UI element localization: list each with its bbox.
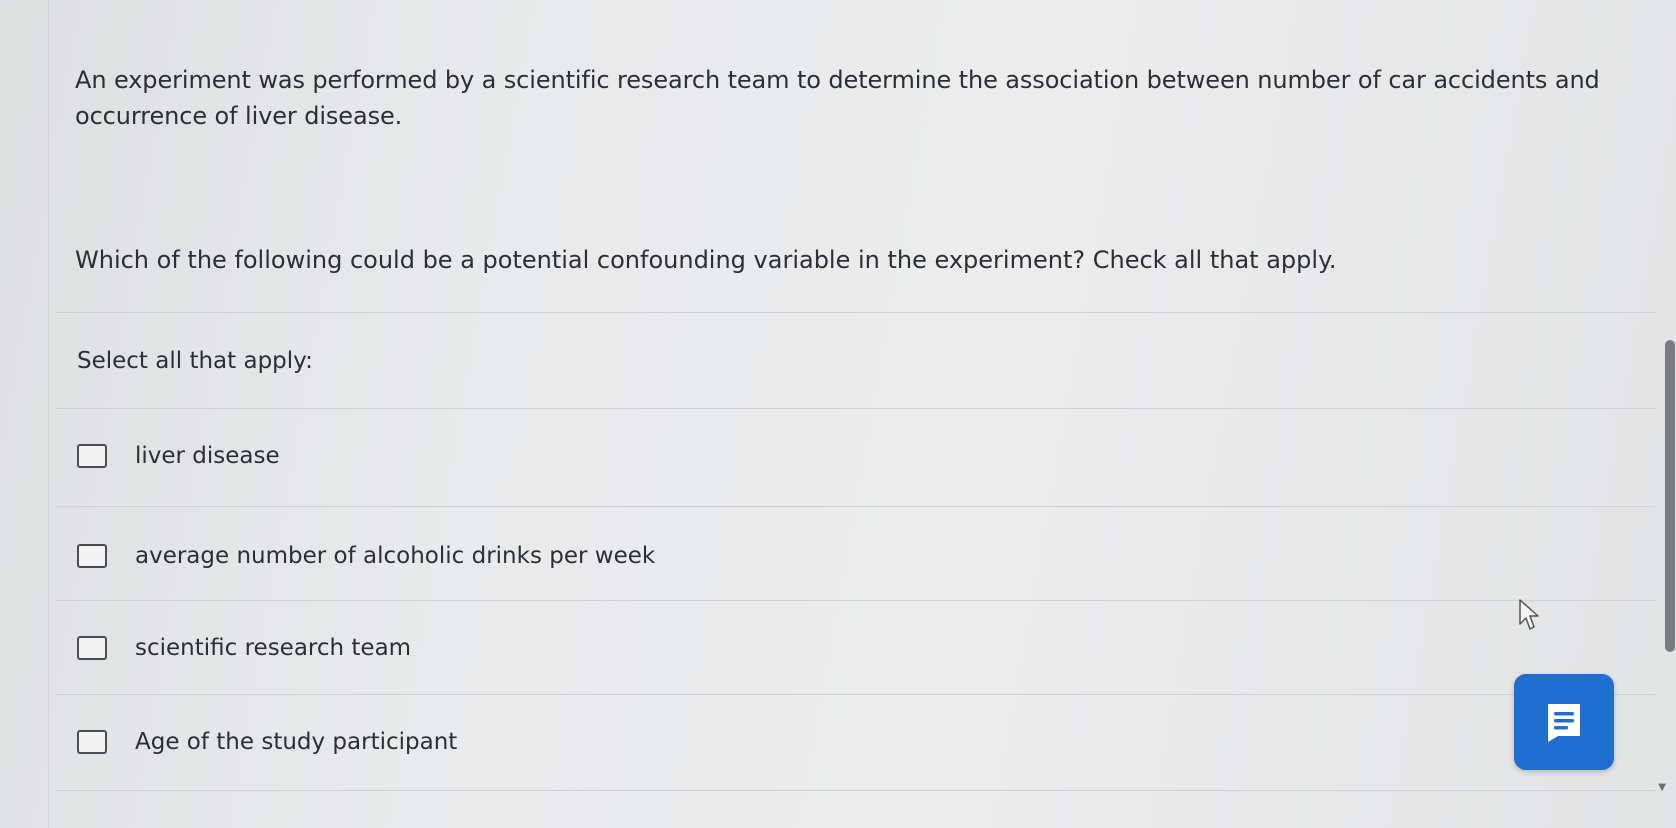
mouse-cursor-icon (1519, 599, 1539, 630)
option-label: scientific research team (135, 635, 412, 661)
divider (55, 506, 1655, 507)
question-prompt: Which of the following could be a potent… (75, 246, 1337, 274)
option-alcoholic-drinks[interactable]: average number of alcoholic drinks per w… (55, 516, 1635, 596)
option-label: liver disease (135, 443, 280, 469)
option-liver-disease[interactable]: liver disease (55, 416, 1635, 496)
checkbox[interactable] (77, 636, 107, 660)
question-passage: An experiment was performed by a scienti… (75, 66, 1600, 130)
divider (55, 408, 1655, 409)
option-label: average number of alcoholic drinks per w… (135, 543, 656, 569)
option-participant-age[interactable]: Age of the study participant (55, 702, 1635, 782)
option-research-team[interactable]: scientific research team (55, 608, 1635, 688)
scrollbar[interactable] (1664, 340, 1676, 660)
chat-lines-icon (1548, 704, 1580, 742)
select-instruction: Select all that apply: (77, 348, 313, 374)
divider (55, 694, 1655, 695)
chat-button[interactable] (1514, 674, 1614, 770)
divider (55, 790, 1655, 791)
option-label: Age of the study participant (135, 729, 458, 755)
scrollbar-thumb[interactable] (1665, 340, 1675, 652)
divider (55, 600, 1655, 601)
checkbox[interactable] (77, 544, 107, 568)
checkbox[interactable] (77, 444, 107, 468)
divider (55, 312, 1655, 313)
question-panel: An experiment was performed by a scienti… (48, 0, 1659, 828)
checkbox[interactable] (77, 730, 107, 754)
scroll-down-arrow-icon[interactable]: ▼ (1658, 783, 1666, 793)
